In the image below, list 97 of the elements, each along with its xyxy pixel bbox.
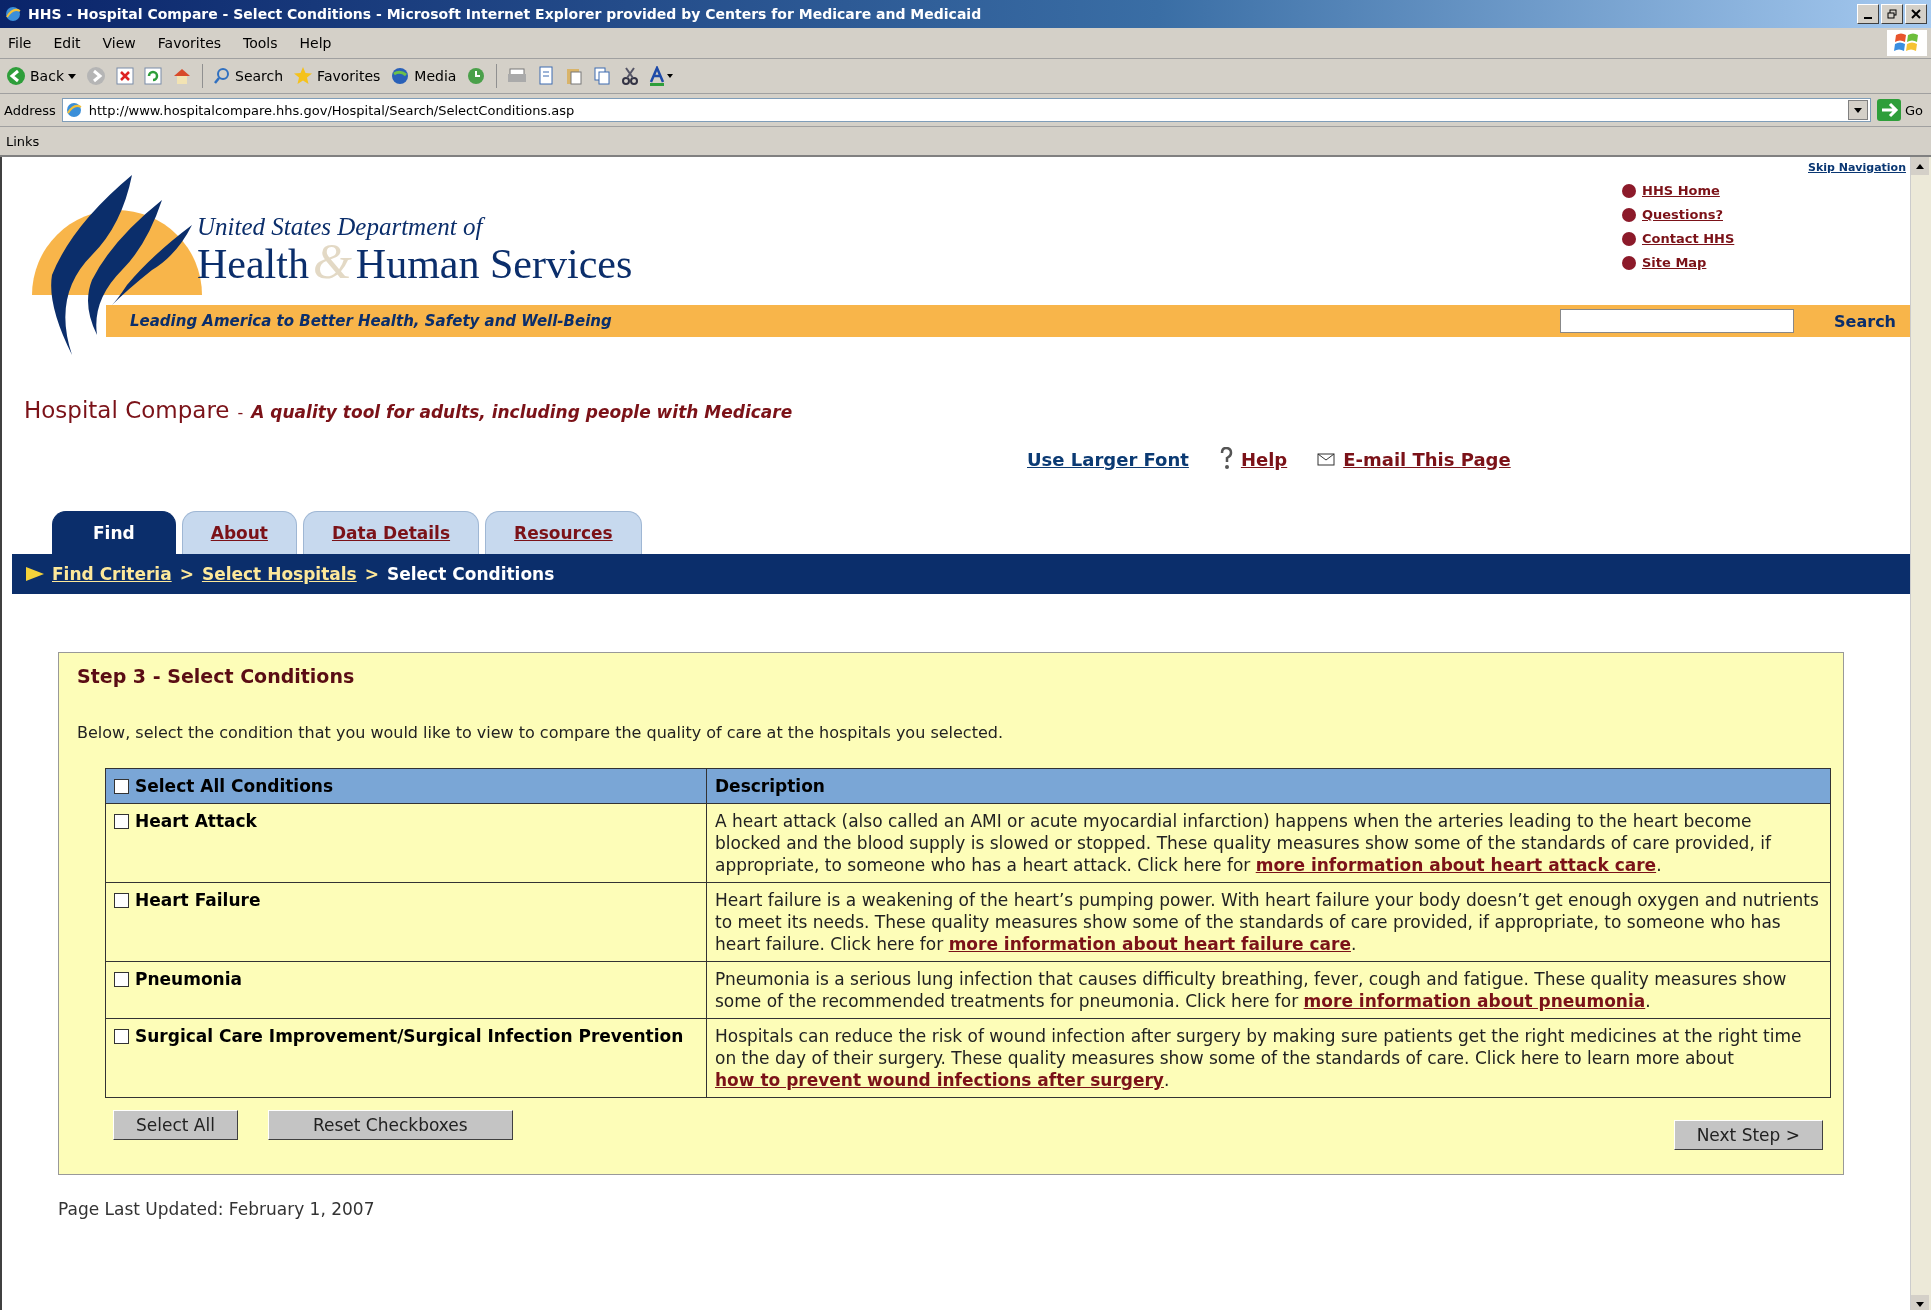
paste-icon[interactable] <box>565 66 584 86</box>
search-button[interactable]: Search <box>213 67 284 85</box>
home-icon[interactable] <box>172 67 192 85</box>
refresh-icon[interactable] <box>144 67 162 85</box>
utility-link[interactable]: Use Larger Font <box>1027 448 1189 470</box>
next-step-button[interactable]: Next Step > <box>1673 1120 1823 1150</box>
copy-icon[interactable] <box>593 66 612 86</box>
menu-item[interactable]: Favorites <box>157 35 222 51</box>
info-link[interactable]: more information about heart attack care <box>1255 855 1657 875</box>
tab[interactable]: About <box>181 511 297 554</box>
skip-navigation-link[interactable]: Skip Navigation <box>1808 161 1906 174</box>
scissors-icon[interactable] <box>621 66 640 86</box>
select-all-label[interactable]: Select All Conditions <box>135 775 334 797</box>
breadcrumb-separator: > <box>364 564 379 584</box>
header-link[interactable]: Questions? <box>1622 207 1735 222</box>
back-button[interactable]: Back <box>6 66 76 86</box>
font-color-icon[interactable] <box>649 66 676 86</box>
dropdown-button[interactable] <box>1847 100 1868 120</box>
breadcrumb-separator: > <box>179 564 194 584</box>
envelope-icon <box>1317 452 1336 466</box>
question-icon <box>1218 447 1233 471</box>
go-button[interactable]: Go <box>1876 99 1927 121</box>
menu-item[interactable]: File <box>8 35 32 51</box>
checkbox[interactable] <box>114 972 129 987</box>
info-link[interactable]: more information about heart failure care <box>948 934 1351 954</box>
condition-label[interactable]: Heart Failure <box>135 889 261 911</box>
org-name: Health <box>197 244 309 284</box>
stop-icon[interactable] <box>116 67 134 85</box>
description-text: Hospitals can reduce the risk of wound infection after surgery by making sure patients get the right medicines at the right time on the day of their surgery. These quality measures show some of the standards of care. Click here to learn more about how to prevent wound infections after surgery. <box>715 1026 1802 1090</box>
scrollbar[interactable] <box>1910 157 1931 1310</box>
ampersand: & <box>312 241 352 281</box>
condition-label[interactable]: Heart Attack <box>135 810 257 832</box>
step-title: Step 3 - Select Conditions <box>77 665 356 687</box>
scroll-up-icon[interactable] <box>1916 163 1924 169</box>
separator: - <box>237 403 244 422</box>
search-field[interactable] <box>1560 309 1795 333</box>
menu-item[interactable]: Tools <box>243 35 278 51</box>
window-title: HHS - Hospital Compare - Select Conditions - Microsoft Internet Explorer provided by Centers for Medicare and Medicaid <box>28 6 983 22</box>
description-text: Pneumonia is a serious lung infection that causes difficulty breathing, fever, cough and fatigue. These quality measures show some of the recommended treatments for pneumonia. Click here for more information about pneumonia. <box>715 969 1787 1011</box>
restore-icon <box>1887 9 1897 19</box>
document-icon[interactable] <box>537 66 556 86</box>
header-link[interactable]: Contact HHS <box>1622 231 1735 246</box>
flag-icon <box>26 567 44 581</box>
header-link[interactable]: Site Map <box>1622 255 1735 270</box>
media-button[interactable]: Media <box>390 66 457 86</box>
close-icon <box>1911 9 1921 19</box>
column-header: Description <box>715 776 825 796</box>
tagline: Leading America to Better Health, Safety and Well-Being <box>130 312 613 330</box>
breadcrumb-link[interactable]: Find Criteria <box>52 564 172 584</box>
checkbox[interactable] <box>114 893 129 908</box>
menu-item[interactable]: View <box>102 35 136 51</box>
close-button[interactable] <box>1905 4 1927 24</box>
description-text: A heart attack (also called an AMI or acute myocardial infarction) happens when the arteries leading to the heart become blocked and the blood supply is slowed or stopped. These quality measures show some of the standards of care provided, if appropriate, to someone who has a heart attack. Click here for more information about heart attack care. <box>715 811 1771 875</box>
utility-link[interactable]: E-mail This Page <box>1343 448 1511 470</box>
condition-label[interactable]: Pneumonia <box>135 968 242 990</box>
last-updated: Page Last Updated: February 1, 2007 <box>58 1199 376 1219</box>
address-label: Address <box>4 102 56 118</box>
info-link[interactable]: more information about pneumonia <box>1303 991 1646 1011</box>
app-title: Hospital Compare <box>24 397 230 423</box>
step-intro: Below, select the condition that you would like to view to compare the quality of care at the hospitals you selected. <box>77 723 1004 742</box>
address-field[interactable]: http://www.hospitalcompare.hhs.gov/Hospital/Search/SelectConditions.asp <box>61 98 1871 122</box>
org-subtitle: United States Department of <box>197 213 633 241</box>
description-text: Heart failure is a weakening of the heart’s pumping power. With heart failure your body doesn’t get enough oxygen and nutrients to meet its needs. These quality measures show some of the standards of care provided, if appropriate, to someone who has heart failure. Click here for more information about heart failure care. <box>715 890 1819 954</box>
minimize-button[interactable] <box>1857 4 1879 24</box>
utility-link[interactable]: Help <box>1240 448 1288 470</box>
search-icon <box>213 67 231 85</box>
org-name: Human Services <box>355 244 633 284</box>
checkbox[interactable] <box>114 1029 129 1044</box>
history-icon[interactable] <box>466 66 487 86</box>
page-icon <box>64 101 83 119</box>
breadcrumb-link[interactable]: Select Hospitals <box>201 564 357 584</box>
favorites-button[interactable]: Favorites <box>293 66 381 86</box>
star-icon <box>293 66 314 86</box>
form-button[interactable]: Select All <box>113 1110 238 1140</box>
caret-icon <box>68 73 76 79</box>
tab[interactable]: Resources <box>485 511 642 554</box>
tab[interactable]: Find <box>52 511 176 554</box>
scroll-down-icon[interactable] <box>1916 1301 1924 1307</box>
caret-icon <box>1853 107 1862 113</box>
menu-item[interactable]: Help <box>299 35 332 51</box>
browser-icon <box>4 5 22 23</box>
checkbox[interactable] <box>114 779 129 794</box>
tab[interactable]: Data Details <box>302 511 480 554</box>
links-label[interactable]: Links <box>6 133 40 149</box>
globe-icon <box>390 66 411 86</box>
breadcrumb-current: Select Conditions <box>387 564 555 584</box>
app-subtitle: A quality tool for adults, including people with Medicare <box>251 402 793 422</box>
restore-button[interactable] <box>1881 4 1903 24</box>
menu-item[interactable]: Edit <box>53 35 81 51</box>
info-link[interactable]: how to prevent wound infections after surgery <box>715 1070 1164 1090</box>
checkbox[interactable] <box>114 814 129 829</box>
search-button[interactable]: Search <box>1834 311 1896 331</box>
windows-flag-icon <box>1894 32 1920 54</box>
header-link[interactable]: HHS Home <box>1622 183 1735 198</box>
back-icon <box>6 66 26 86</box>
minimize-icon <box>1864 17 1872 19</box>
form-button[interactable]: Reset Checkboxes <box>267 1110 513 1140</box>
